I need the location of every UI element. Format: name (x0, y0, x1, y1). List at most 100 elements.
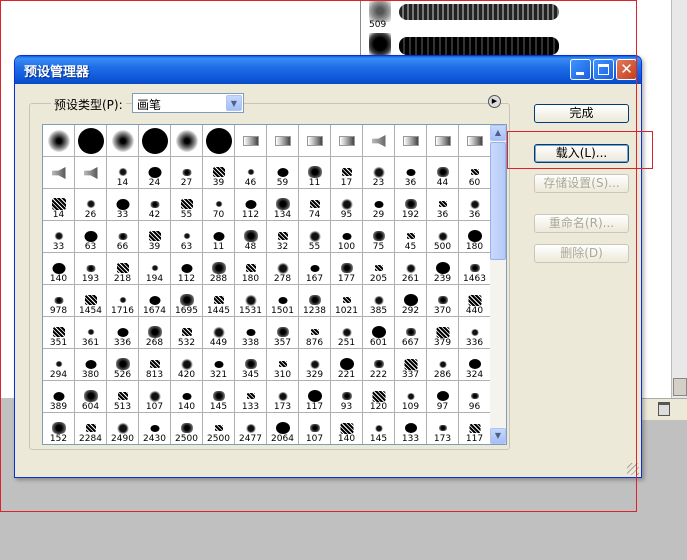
brush-cell[interactable]: 17 (331, 157, 363, 189)
title-bar[interactable]: 预设管理器 ✕ (15, 56, 641, 84)
brush-cell[interactable]: 117 (299, 381, 331, 413)
brush-cell[interactable]: 140 (331, 413, 363, 444)
brush-cell[interactable]: 117 (459, 413, 491, 444)
brush-cell[interactable]: 93 (331, 381, 363, 413)
done-button[interactable]: 完成 (534, 104, 629, 123)
maximize-button[interactable] (593, 59, 614, 80)
brush-cell[interactable]: 60 (459, 157, 491, 189)
brush-cell[interactable]: 205 (363, 253, 395, 285)
brush-preview-row[interactable]: 509 (369, 0, 679, 30)
brush-cell[interactable] (203, 125, 235, 157)
brush-cell[interactable]: 513 (107, 381, 139, 413)
brush-cell[interactable]: 389 (43, 381, 75, 413)
brush-cell[interactable]: 75 (363, 221, 395, 253)
rename-button[interactable]: 重命名(R)... (534, 214, 629, 233)
brush-cell[interactable]: 140 (171, 381, 203, 413)
brush-cell[interactable] (331, 125, 363, 157)
brush-cell[interactable]: 380 (75, 349, 107, 381)
brush-cell[interactable]: 345 (235, 349, 267, 381)
minimize-button[interactable] (570, 59, 591, 80)
brush-cell[interactable]: 286 (427, 349, 459, 381)
brush-cell[interactable]: 978 (43, 285, 75, 317)
brush-cell[interactable]: 813 (139, 349, 171, 381)
brush-cell[interactable]: 336 (459, 317, 491, 349)
brush-cell[interactable]: 29 (363, 189, 395, 221)
brush-cell[interactable] (459, 125, 491, 157)
chevron-down-icon[interactable]: ▼ (226, 95, 242, 111)
brush-cell[interactable]: 604 (75, 381, 107, 413)
brush-cell[interactable]: 133 (395, 413, 427, 444)
brush-cell[interactable]: 288 (203, 253, 235, 285)
brush-cell[interactable]: 1531 (235, 285, 267, 317)
resize-grip-icon[interactable] (627, 463, 639, 475)
brush-cell[interactable]: 321 (203, 349, 235, 381)
brush-cell[interactable]: 876 (299, 317, 331, 349)
brush-cell[interactable]: 44 (427, 157, 459, 189)
brush-cell[interactable]: 59 (267, 157, 299, 189)
brush-cell[interactable] (107, 125, 139, 157)
brush-cell[interactable]: 134 (267, 189, 299, 221)
brush-cell[interactable]: 133 (235, 381, 267, 413)
brush-cell[interactable]: 107 (139, 381, 171, 413)
brush-cell[interactable]: 385 (363, 285, 395, 317)
brush-cell[interactable]: 532 (171, 317, 203, 349)
trash-icon[interactable] (658, 402, 670, 416)
brush-cell[interactable]: 23 (363, 157, 395, 189)
brush-cell[interactable]: 14 (43, 189, 75, 221)
brush-cell[interactable]: 55 (299, 221, 331, 253)
panel-scroll-thumb[interactable] (673, 378, 687, 396)
brush-cell[interactable]: 167 (299, 253, 331, 285)
brush-cell[interactable]: 1501 (267, 285, 299, 317)
brush-cell[interactable]: 11 (203, 221, 235, 253)
brush-cell[interactable]: 48 (235, 221, 267, 253)
close-button[interactable]: ✕ (616, 59, 637, 80)
brush-cell[interactable]: 173 (427, 413, 459, 444)
brush-cell[interactable]: 667 (395, 317, 427, 349)
brush-cell[interactable]: 336 (107, 317, 139, 349)
grid-scrollbar[interactable]: ▲ ▼ (490, 125, 506, 444)
brush-cell[interactable]: 221 (331, 349, 363, 381)
brush-cell[interactable]: 310 (267, 349, 299, 381)
brush-cell[interactable]: 180 (459, 221, 491, 253)
brush-cell[interactable]: 193 (75, 253, 107, 285)
brush-cell[interactable]: 39 (139, 221, 171, 253)
brush-cell[interactable]: 2477 (235, 413, 267, 444)
brush-cell[interactable]: 180 (235, 253, 267, 285)
brush-cell[interactable]: 192 (395, 189, 427, 221)
brush-cell[interactable]: 379 (427, 317, 459, 349)
brush-cell[interactable]: 24 (139, 157, 171, 189)
brush-cell[interactable]: 261 (395, 253, 427, 285)
brush-cell[interactable]: 66 (107, 221, 139, 253)
brush-cell[interactable]: 357 (267, 317, 299, 349)
brush-cell[interactable]: 370 (427, 285, 459, 317)
brush-cell[interactable]: 97 (427, 381, 459, 413)
brush-cell[interactable]: 2490 (107, 413, 139, 444)
brush-cell[interactable]: 420 (171, 349, 203, 381)
brush-cell[interactable]: 63 (171, 221, 203, 253)
brush-cell[interactable]: 292 (395, 285, 427, 317)
brush-cell[interactable] (235, 125, 267, 157)
brush-cell[interactable]: 337 (395, 349, 427, 381)
brush-cell[interactable]: 152 (43, 413, 75, 444)
brush-cell[interactable]: 95 (331, 189, 363, 221)
scroll-up-icon[interactable]: ▲ (490, 125, 506, 141)
brush-cell[interactable]: 2064 (267, 413, 299, 444)
brush-cell[interactable]: 239 (427, 253, 459, 285)
brush-cell[interactable]: 74 (299, 189, 331, 221)
brush-cell[interactable]: 2284 (75, 413, 107, 444)
brush-cell[interactable]: 2500 (203, 413, 235, 444)
scroll-thumb[interactable] (490, 142, 506, 260)
brush-cell[interactable]: 173 (267, 381, 299, 413)
brush-cell[interactable]: 140 (43, 253, 75, 285)
brush-cell[interactable] (139, 125, 171, 157)
brush-cell[interactable]: 42 (139, 189, 171, 221)
brush-cell[interactable]: 107 (299, 413, 331, 444)
brush-cell[interactable] (267, 125, 299, 157)
brush-cell[interactable]: 1238 (299, 285, 331, 317)
brush-cell[interactable]: 338 (235, 317, 267, 349)
brush-cell[interactable] (299, 125, 331, 157)
brush-cell[interactable] (43, 125, 75, 157)
brush-cell[interactable]: 1463 (459, 253, 491, 285)
brush-cell[interactable]: 2500 (171, 413, 203, 444)
brush-cell[interactable]: 33 (43, 221, 75, 253)
